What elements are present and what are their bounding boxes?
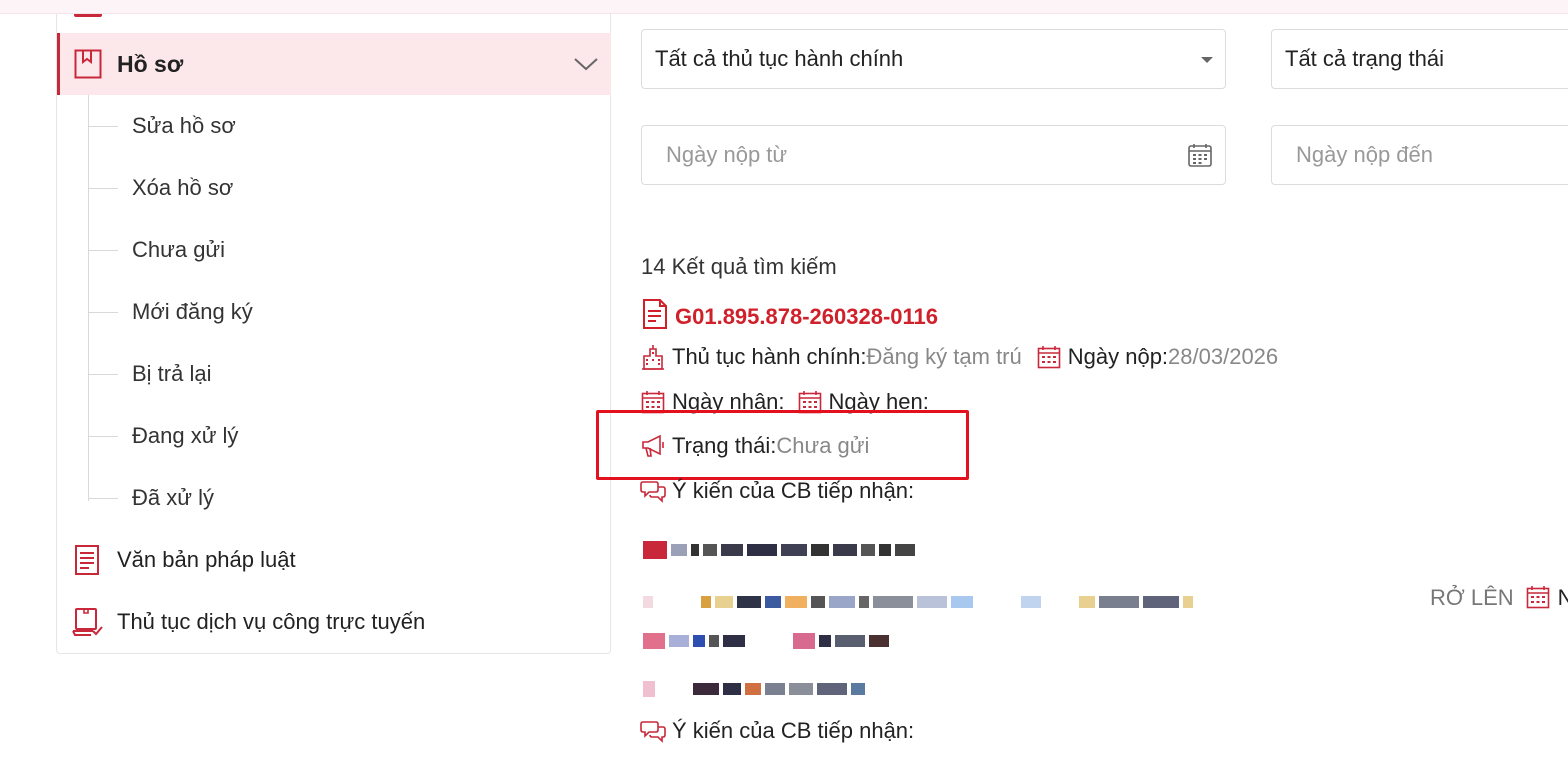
sidebar-item-thu-tuc-dvc[interactable]: Thủ tục dịch vụ công trực tuyến: [57, 591, 611, 653]
caret-down-icon: [1201, 57, 1213, 63]
submenu-item-label: Bị trả lại: [132, 361, 212, 386]
sidebar-prev-item-edge: [74, 14, 102, 17]
calendar-icon[interactable]: [1187, 142, 1213, 168]
sidebar: Hồ sơ Sửa hồ sơ Xóa hồ sơ Chưa gửi Mới đ…: [56, 14, 611, 654]
status-select[interactable]: Tất cả trạng thái: [1271, 29, 1568, 89]
submit-date-value: 28/03/2026: [1168, 344, 1279, 369]
next-record-partial-label: N: [1557, 585, 1568, 610]
submenu-item-dang-xu-ly[interactable]: Đang xử lý: [57, 405, 611, 467]
bookmark-icon: [73, 49, 103, 79]
document-icon: [71, 544, 103, 576]
status-select-value: Tất cả trạng thái: [1285, 46, 1444, 71]
submenu-item-label: Đã xử lý: [132, 485, 214, 510]
next-record-partial-line: RỞ LÊN N: [1430, 585, 1568, 611]
submenu-item-label: Xóa hồ sơ: [132, 175, 234, 200]
submenu-item-label: Đang xử lý: [132, 423, 239, 448]
submenu-item-chua-gui[interactable]: Chưa gửi: [57, 219, 611, 281]
next-record-partial-text: RỞ LÊN: [1430, 585, 1514, 610]
submit-date-label: Ngày nộp:: [1067, 344, 1169, 369]
record-comment-line: Ý kiến của CB tiếp nhận:: [640, 478, 914, 504]
submenu-item-bi-tra-lai[interactable]: Bị trả lại: [57, 343, 611, 405]
redacted-row: [643, 593, 1197, 611]
submenu-item-label: Chưa gửi: [132, 237, 226, 262]
calendar-icon: [1526, 585, 1552, 611]
date-from-placeholder: Ngày nộp từ: [666, 142, 788, 167]
comment-label: Ý kiến của CB tiếp nhận:: [672, 478, 915, 503]
chat-bubbles-icon: [640, 478, 666, 504]
sidebar-item-label: Thủ tục dịch vụ công trực tuyến: [117, 609, 426, 634]
submenu-item-da-xu-ly[interactable]: Đã xử lý: [57, 467, 611, 529]
chat-bubbles-icon: [640, 718, 666, 744]
submenu-item-xoa-ho-so[interactable]: Xóa hồ sơ: [57, 157, 611, 219]
record-procedure-line: Thủ tục hành chính: Đăng ký tạm trú Ngày…: [640, 344, 1278, 370]
sidebar-item-van-ban-phap-luat[interactable]: Văn bản pháp luật: [57, 529, 611, 591]
procedure-label: Thủ tục hành chính:: [672, 344, 867, 369]
submenu-item-label: Mới đăng ký: [132, 299, 253, 324]
redacted-row: [643, 541, 919, 559]
calendar-icon: [1036, 344, 1062, 370]
procedure-value: Đăng ký tạm trú: [866, 344, 1022, 369]
status-highlight-box: [596, 410, 969, 480]
redacted-row: [643, 680, 869, 698]
result-count: 14 Kết quả tìm kiếm: [641, 254, 837, 279]
date-from-input[interactable]: Ngày nộp từ: [641, 125, 1226, 185]
sidebar-item-label: Văn bản pháp luật: [117, 547, 296, 572]
submenu-item-moi-dang-ky[interactable]: Mới đăng ký: [57, 281, 611, 343]
date-to-input[interactable]: Ngày nộp đến: [1271, 125, 1568, 185]
next-record-comment-line: Ý kiến của CB tiếp nhận:: [640, 718, 914, 744]
record-code: G01.895.878-260328-0116: [675, 303, 939, 329]
laptop-check-icon: [71, 606, 103, 638]
sidebar-item-label: Hồ sơ: [117, 50, 184, 77]
submenu-item-sua-ho-so[interactable]: Sửa hồ sơ: [57, 95, 611, 157]
record-code-link[interactable]: G01.895.878-260328-0116: [641, 298, 938, 335]
chevron-down-icon[interactable]: [573, 51, 599, 77]
comment-label: Ý kiến của CB tiếp nhận:: [672, 718, 915, 743]
redacted-row: [643, 632, 893, 650]
date-to-placeholder: Ngày nộp đến: [1296, 142, 1433, 167]
procedure-select-value: Tất cả thủ tục hành chính: [655, 46, 904, 71]
file-text-icon: [641, 298, 669, 335]
top-bar: [0, 0, 1568, 14]
sidebar-item-ho-so[interactable]: Hồ sơ: [57, 33, 611, 95]
submenu-item-label: Sửa hồ sơ: [132, 113, 236, 138]
building-icon: [640, 344, 666, 370]
procedure-select[interactable]: Tất cả thủ tục hành chính: [641, 29, 1226, 89]
